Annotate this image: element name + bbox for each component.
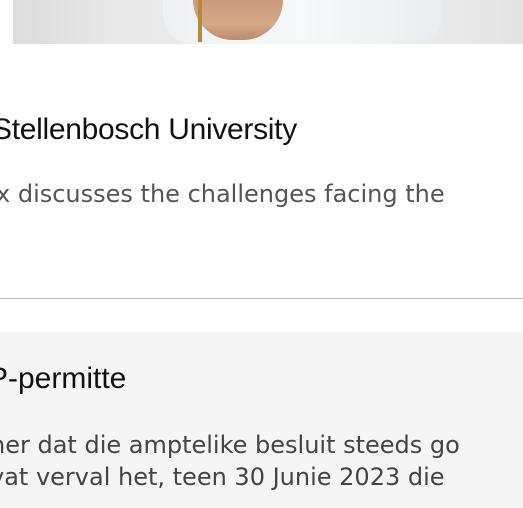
article-photo[interactable] [13, 0, 523, 44]
photo-necklace [198, 0, 202, 42]
article-card-body: ner dat die amptelike besluit steeds go … [0, 429, 460, 493]
divider [0, 298, 523, 299]
article-card-body-line: vat verval het, teen 30 Junie 2023 die [0, 463, 445, 491]
article-description: x discusses the challenges facing the [0, 180, 445, 208]
article-card-title[interactable]: P-permitte [0, 362, 126, 396]
article-card-body-line: ner dat die amptelike besluit steeds go [0, 431, 460, 459]
article-card[interactable]: P-permitte ner dat die amptelike besluit… [0, 332, 523, 508]
article-title[interactable]: Stellenbosch University [0, 113, 297, 147]
